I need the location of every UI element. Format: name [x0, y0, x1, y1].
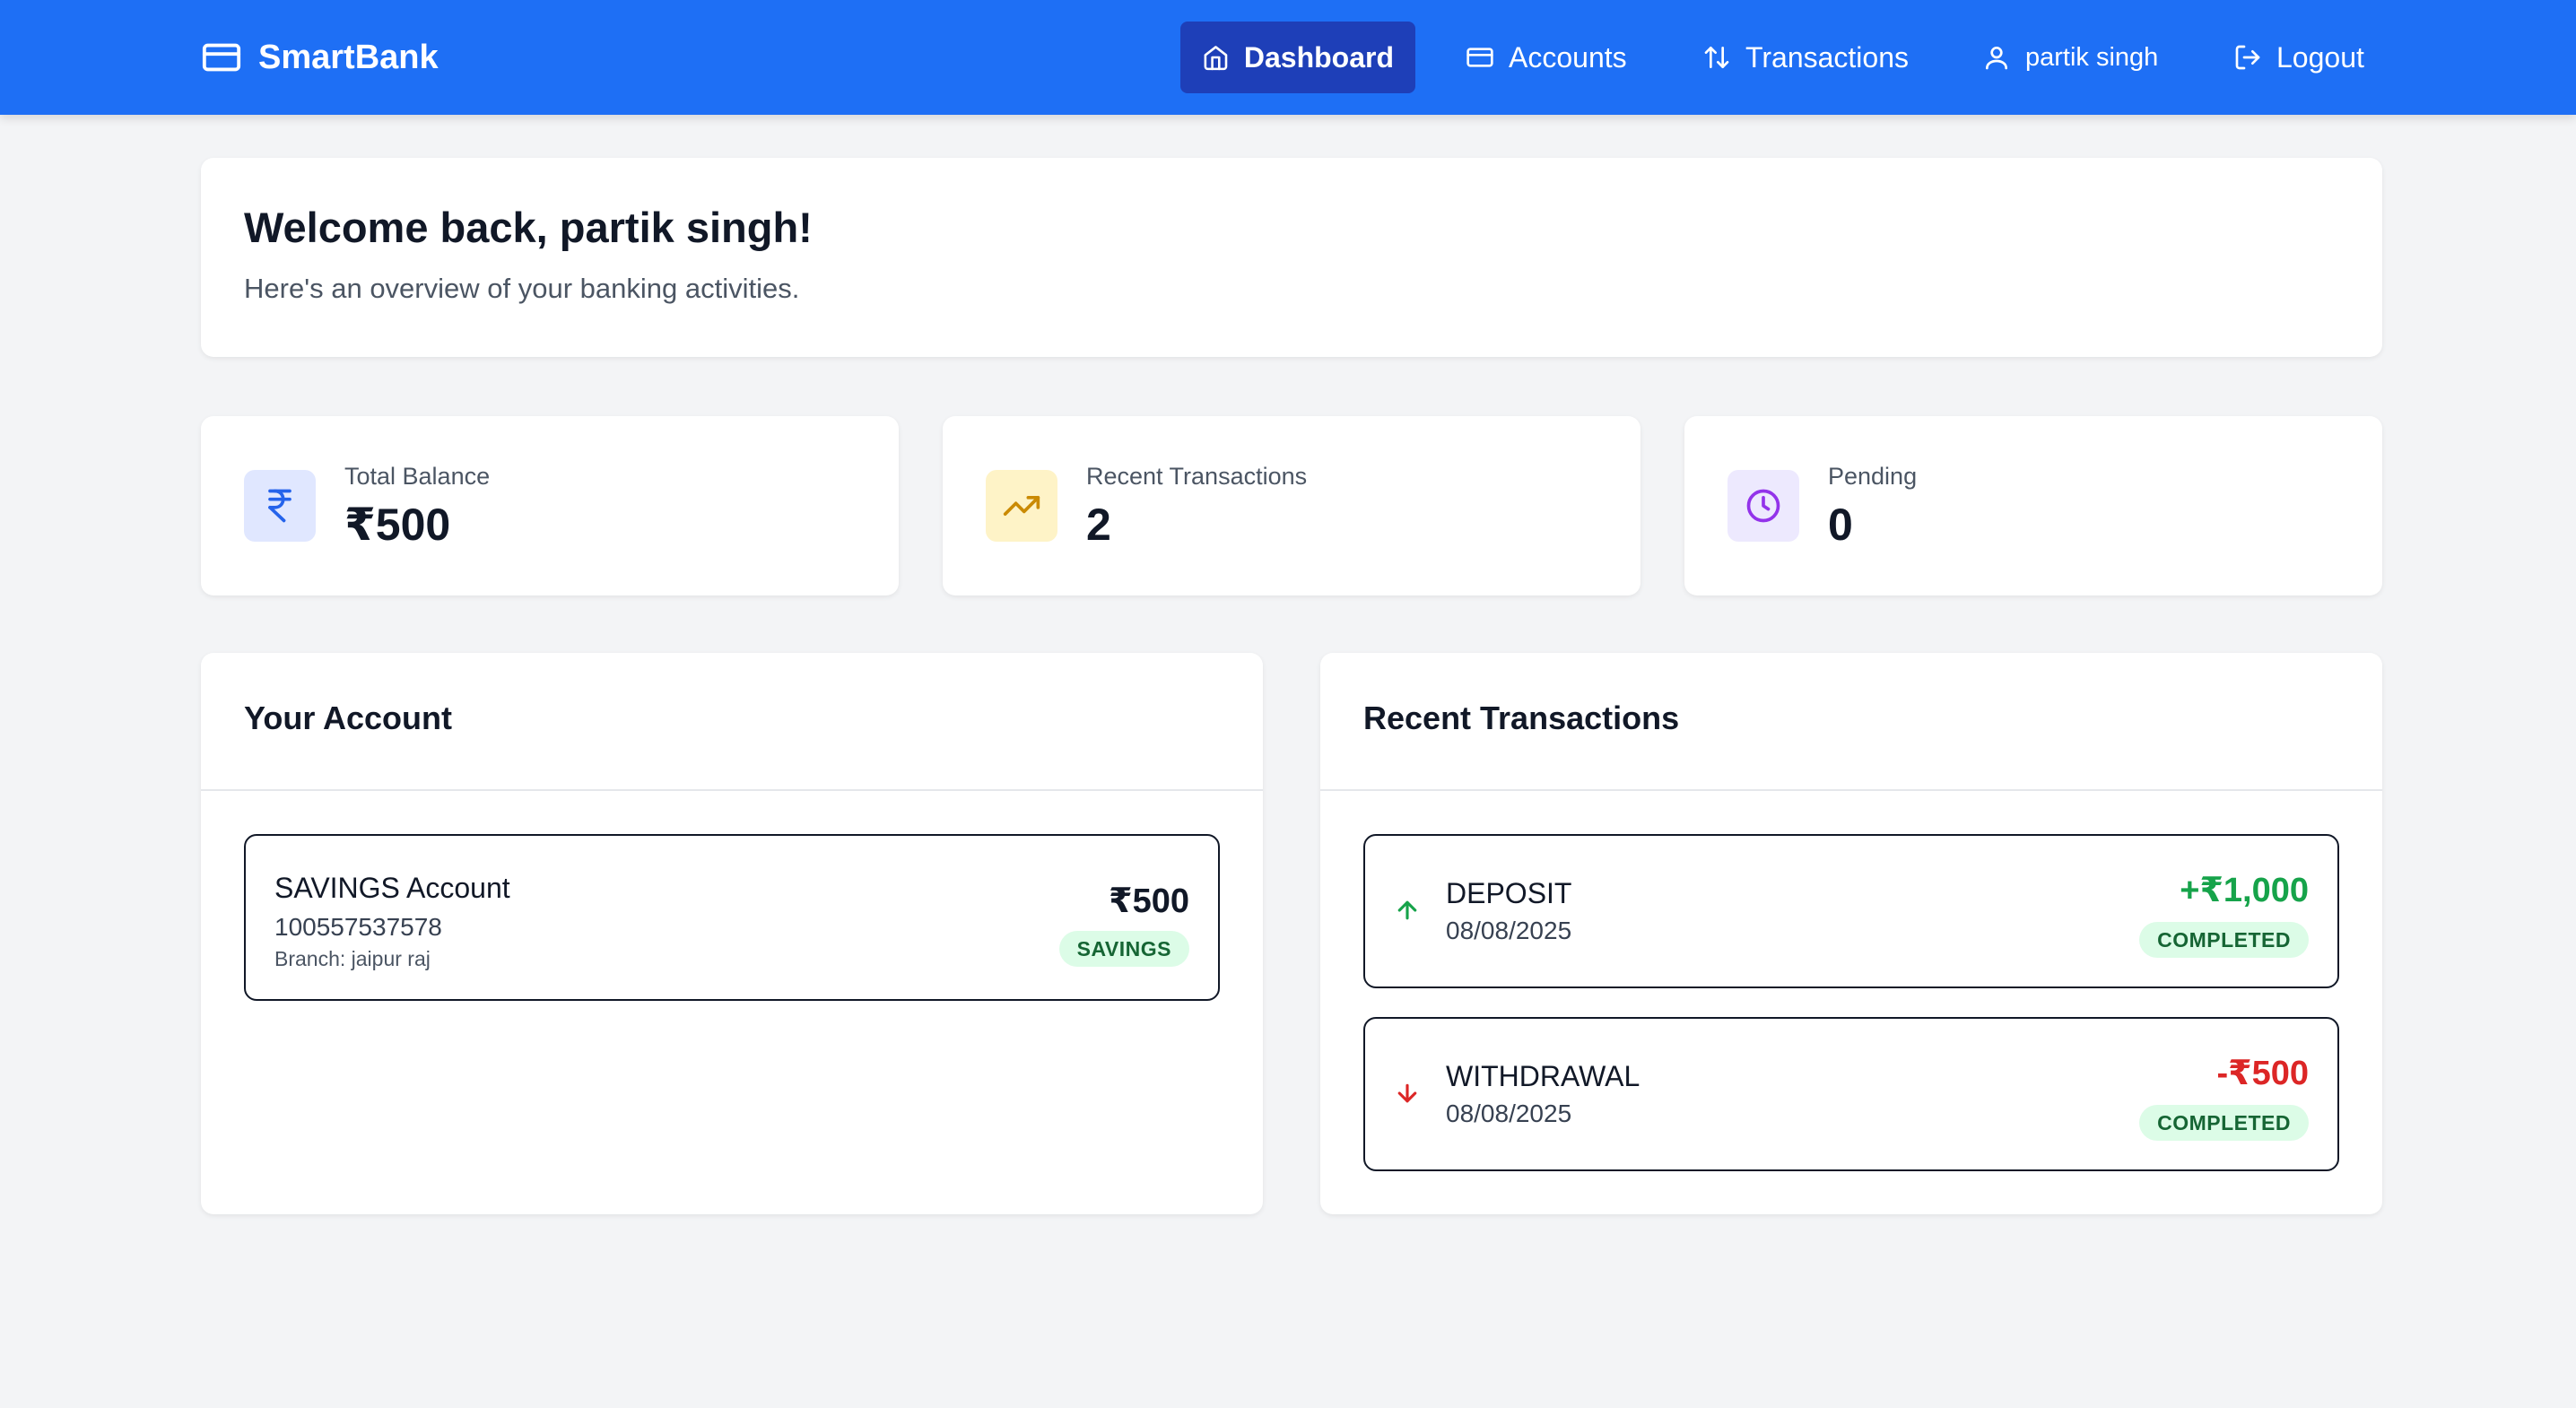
stat-label: Pending	[1828, 463, 1918, 490]
transaction-status-badge: COMPLETED	[2139, 922, 2309, 958]
nav-transactions-label: Transactions	[1745, 40, 1909, 74]
account-balance: ₹500	[1109, 882, 1189, 920]
arrow-up-icon	[1397, 900, 1417, 920]
transaction-amount: +₹1,000	[2180, 872, 2309, 909]
account-type-badge: SAVINGS	[1058, 931, 1189, 967]
account-name: SAVINGS Account	[274, 872, 510, 904]
arrow-down-icon	[1397, 1083, 1417, 1103]
account-number: 100557537578	[274, 913, 442, 941]
stat-card-pending: Pending 0	[1684, 416, 2382, 595]
welcome-subtitle: Here's an overview of your banking activ…	[244, 273, 800, 304]
recent-transactions-panel: Recent Transactions DEPOSIT 08/08/2025 +…	[1320, 653, 2382, 1214]
top-navbar: SmartBank Dashboard Accounts Transaction…	[0, 0, 2576, 115]
panel-title: Recent Transactions	[1363, 700, 1680, 736]
transaction-type: WITHDRAWAL	[1446, 1060, 1640, 1092]
transaction-row[interactable]: DEPOSIT 08/08/2025 +₹1,000 COMPLETED	[1363, 834, 2339, 988]
transaction-row[interactable]: WITHDRAWAL 08/08/2025 -₹500 COMPLETED	[1363, 1017, 2339, 1171]
stat-value: 2	[1086, 500, 1111, 550]
logout-button[interactable]: Logout	[2233, 22, 2364, 93]
welcome-title: Welcome back, partik singh!	[244, 204, 813, 251]
account-card[interactable]: SAVINGS Account 100557537578 Branch: jai…	[244, 834, 1220, 1001]
user-icon	[1986, 47, 2007, 70]
transaction-date: 08/08/2025	[1446, 917, 1572, 944]
credit-card-icon	[1466, 48, 1493, 67]
stat-card-recent-transactions: Recent Transactions 2	[943, 416, 1640, 595]
transaction-amount: -₹500	[2216, 1055, 2310, 1092]
logout-icon	[2235, 45, 2260, 70]
arrows-up-down-icon	[1704, 47, 1729, 68]
stat-label: Total Balance	[344, 463, 491, 490]
logout-label: Logout	[2276, 40, 2364, 74]
stat-value: ₹500	[344, 500, 451, 550]
nav-dashboard[interactable]: Dashboard	[1180, 22, 1415, 93]
your-account-panel: Your Account SAVINGS Account 10055753757…	[201, 653, 1263, 1214]
nav-dashboard-label: Dashboard	[1243, 40, 1394, 74]
transaction-type: DEPOSIT	[1446, 877, 1572, 909]
home-icon	[1204, 46, 1228, 71]
nav-accounts-label: Accounts	[1509, 40, 1627, 74]
nav-user-profile[interactable]: partik singh	[1982, 22, 2158, 93]
transaction-date: 08/08/2025	[1446, 1099, 1572, 1127]
stat-card-total-balance: Total Balance ₹500	[201, 416, 899, 595]
stat-label: Recent Transactions	[1086, 463, 1308, 490]
transaction-status-badge: COMPLETED	[2139, 1105, 2309, 1141]
nav-accounts[interactable]: Accounts	[1466, 22, 1627, 93]
panel-title: Your Account	[244, 700, 452, 736]
panel-divider	[201, 789, 1263, 791]
rupee-icon	[244, 470, 316, 542]
trending-up-icon	[986, 470, 1057, 542]
nav-user-label: partik singh	[2025, 42, 2159, 72]
clock-icon	[1727, 470, 1799, 542]
stat-value: 0	[1828, 500, 1853, 550]
brand-name: SmartBank	[258, 38, 439, 76]
brand-logo[interactable]: SmartBank	[201, 32, 439, 83]
credit-card-icon	[202, 43, 241, 72]
panel-divider	[1320, 789, 2382, 791]
account-branch: Branch: jaipur raj	[274, 947, 431, 970]
nav-transactions[interactable]: Transactions	[1702, 22, 1909, 93]
welcome-card: Welcome back, partik singh! Here's an ov…	[201, 158, 2382, 357]
